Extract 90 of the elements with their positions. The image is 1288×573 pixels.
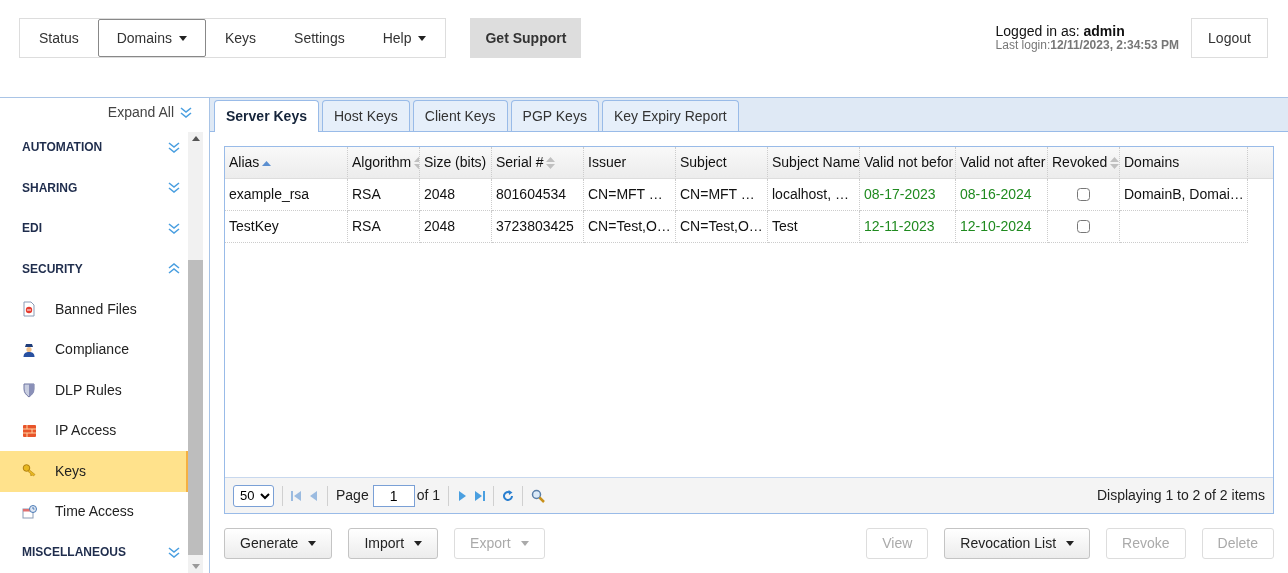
nav-item[interactable]: Settings xyxy=(275,19,364,57)
search-icon[interactable] xyxy=(531,488,546,503)
action-button[interactable]: Import xyxy=(348,528,439,559)
tab[interactable]: Key Expiry Report xyxy=(601,100,739,131)
table-cell: 801604534 xyxy=(492,179,584,211)
table-cell: 08-17-2023 xyxy=(860,179,956,211)
expand-all-link[interactable]: Expand All xyxy=(107,102,174,123)
column-header[interactable]: Size (bits) xyxy=(420,147,492,179)
document-stop-icon xyxy=(22,301,37,318)
table-cell: CN=MFT … xyxy=(584,179,676,211)
scrollbar[interactable] xyxy=(188,132,203,573)
table-cell: CN=Test,O… xyxy=(676,211,768,243)
page-label: Page xyxy=(336,486,369,505)
section-label: MISCELLANEOUS xyxy=(22,544,126,562)
refresh-icon[interactable] xyxy=(502,489,515,502)
last-login-text: Last login:12/11/2023, 2:34:53 PM xyxy=(995,39,1179,52)
table-cell: CN=MFT … xyxy=(676,179,768,211)
logged-in-text: Logged in as: admin xyxy=(995,24,1125,40)
table-cell: DomainB, Domai… xyxy=(1120,179,1248,211)
tab[interactable]: Client Keys xyxy=(412,100,508,131)
column-header[interactable]: Subject xyxy=(676,147,768,179)
sidebar-item[interactable]: DLP Rules xyxy=(0,370,188,411)
column-header[interactable]: Valid not befor xyxy=(860,147,956,179)
calendar-clock-icon xyxy=(22,503,37,520)
officer-icon xyxy=(22,341,37,358)
column-header[interactable]: Valid not after xyxy=(956,147,1048,179)
page-count-text: of 1 xyxy=(416,486,441,505)
section-label: AUTOMATION xyxy=(22,139,103,157)
table-cell: CN=Test,O… xyxy=(584,211,676,243)
column-header[interactable]: Subject Name xyxy=(768,147,860,179)
section-label: SECURITY xyxy=(22,260,83,278)
revoked-checkbox[interactable] xyxy=(1077,220,1090,233)
column-header[interactable]: Domains xyxy=(1120,147,1248,179)
brick-wall-icon xyxy=(22,422,37,439)
section-label: EDI xyxy=(22,220,42,238)
sidebar-item[interactable]: Keys xyxy=(0,451,188,492)
nav-item[interactable]: Status xyxy=(20,19,98,57)
revoked-checkbox[interactable] xyxy=(1077,188,1090,201)
column-header[interactable]: Issuer xyxy=(584,147,676,179)
paging-summary: Displaying 1 to 2 of 2 items xyxy=(1096,486,1265,505)
table-cell: example_rsa xyxy=(225,179,348,211)
nav-item[interactable]: Keys xyxy=(205,19,276,57)
page-size-select[interactable]: 50 xyxy=(233,484,274,507)
nav-item[interactable]: Domains xyxy=(97,19,206,57)
table-cell: 3723803425 xyxy=(492,211,584,243)
last-page-icon[interactable] xyxy=(475,490,486,501)
column-header[interactable]: Serial # xyxy=(492,147,584,179)
logout-button[interactable]: Logout xyxy=(1191,18,1268,58)
table-cell: Test xyxy=(768,211,860,243)
expand-icon[interactable] xyxy=(168,546,180,558)
sidebar-item[interactable]: Compliance xyxy=(0,329,188,370)
sidebar-item[interactable]: Time Access xyxy=(0,491,188,532)
table-cell: 2048 xyxy=(420,211,492,243)
table-cell: localhost, … xyxy=(768,179,860,211)
get-support-button[interactable]: Get Support xyxy=(470,18,582,58)
column-header[interactable]: Revoked xyxy=(1048,147,1120,179)
column-header xyxy=(1248,147,1273,179)
tab[interactable]: PGP Keys xyxy=(510,100,599,131)
next-page-icon[interactable] xyxy=(457,490,468,501)
sidebar-item[interactable]: IP Access xyxy=(0,410,188,451)
table-cell: RSA xyxy=(348,211,420,243)
column-header[interactable]: Algorithm xyxy=(348,147,420,179)
scroll-up-icon[interactable] xyxy=(191,136,200,141)
table-cell: 12-11-2023 xyxy=(860,211,956,243)
key-icon xyxy=(22,463,37,480)
previous-page-icon[interactable] xyxy=(309,490,319,501)
expand-icon[interactable] xyxy=(168,182,180,194)
table-cell: 12-10-2024 xyxy=(956,211,1048,243)
table-cell: 08-16-2024 xyxy=(956,179,1048,211)
tab[interactable]: Host Keys xyxy=(321,100,410,131)
expand-icon[interactable] xyxy=(168,141,180,153)
shield-icon xyxy=(22,382,37,399)
scroll-down-icon[interactable] xyxy=(191,564,200,569)
column-header[interactable]: Alias xyxy=(225,147,348,179)
first-page-icon[interactable] xyxy=(291,490,301,501)
expand-icon[interactable] xyxy=(168,222,180,234)
sidebar-item[interactable]: Banned Files xyxy=(0,289,188,330)
table-cell: 2048 xyxy=(420,179,492,211)
table-cell: RSA xyxy=(348,179,420,211)
sort-ascending-icon[interactable] xyxy=(262,159,272,166)
action-button[interactable]: Generate xyxy=(224,528,333,559)
sort-icon[interactable] xyxy=(546,156,556,169)
table-cell: TestKey xyxy=(225,211,348,243)
action-button[interactable]: Revocation List xyxy=(944,528,1091,559)
section-label: SHARING xyxy=(22,179,78,197)
nav-item[interactable]: Help xyxy=(363,19,446,57)
expand-all-icon[interactable] xyxy=(180,107,192,118)
tab[interactable]: Server Keys xyxy=(214,100,319,132)
collapse-icon[interactable] xyxy=(168,263,180,275)
page-input[interactable]: 1 xyxy=(372,484,415,507)
